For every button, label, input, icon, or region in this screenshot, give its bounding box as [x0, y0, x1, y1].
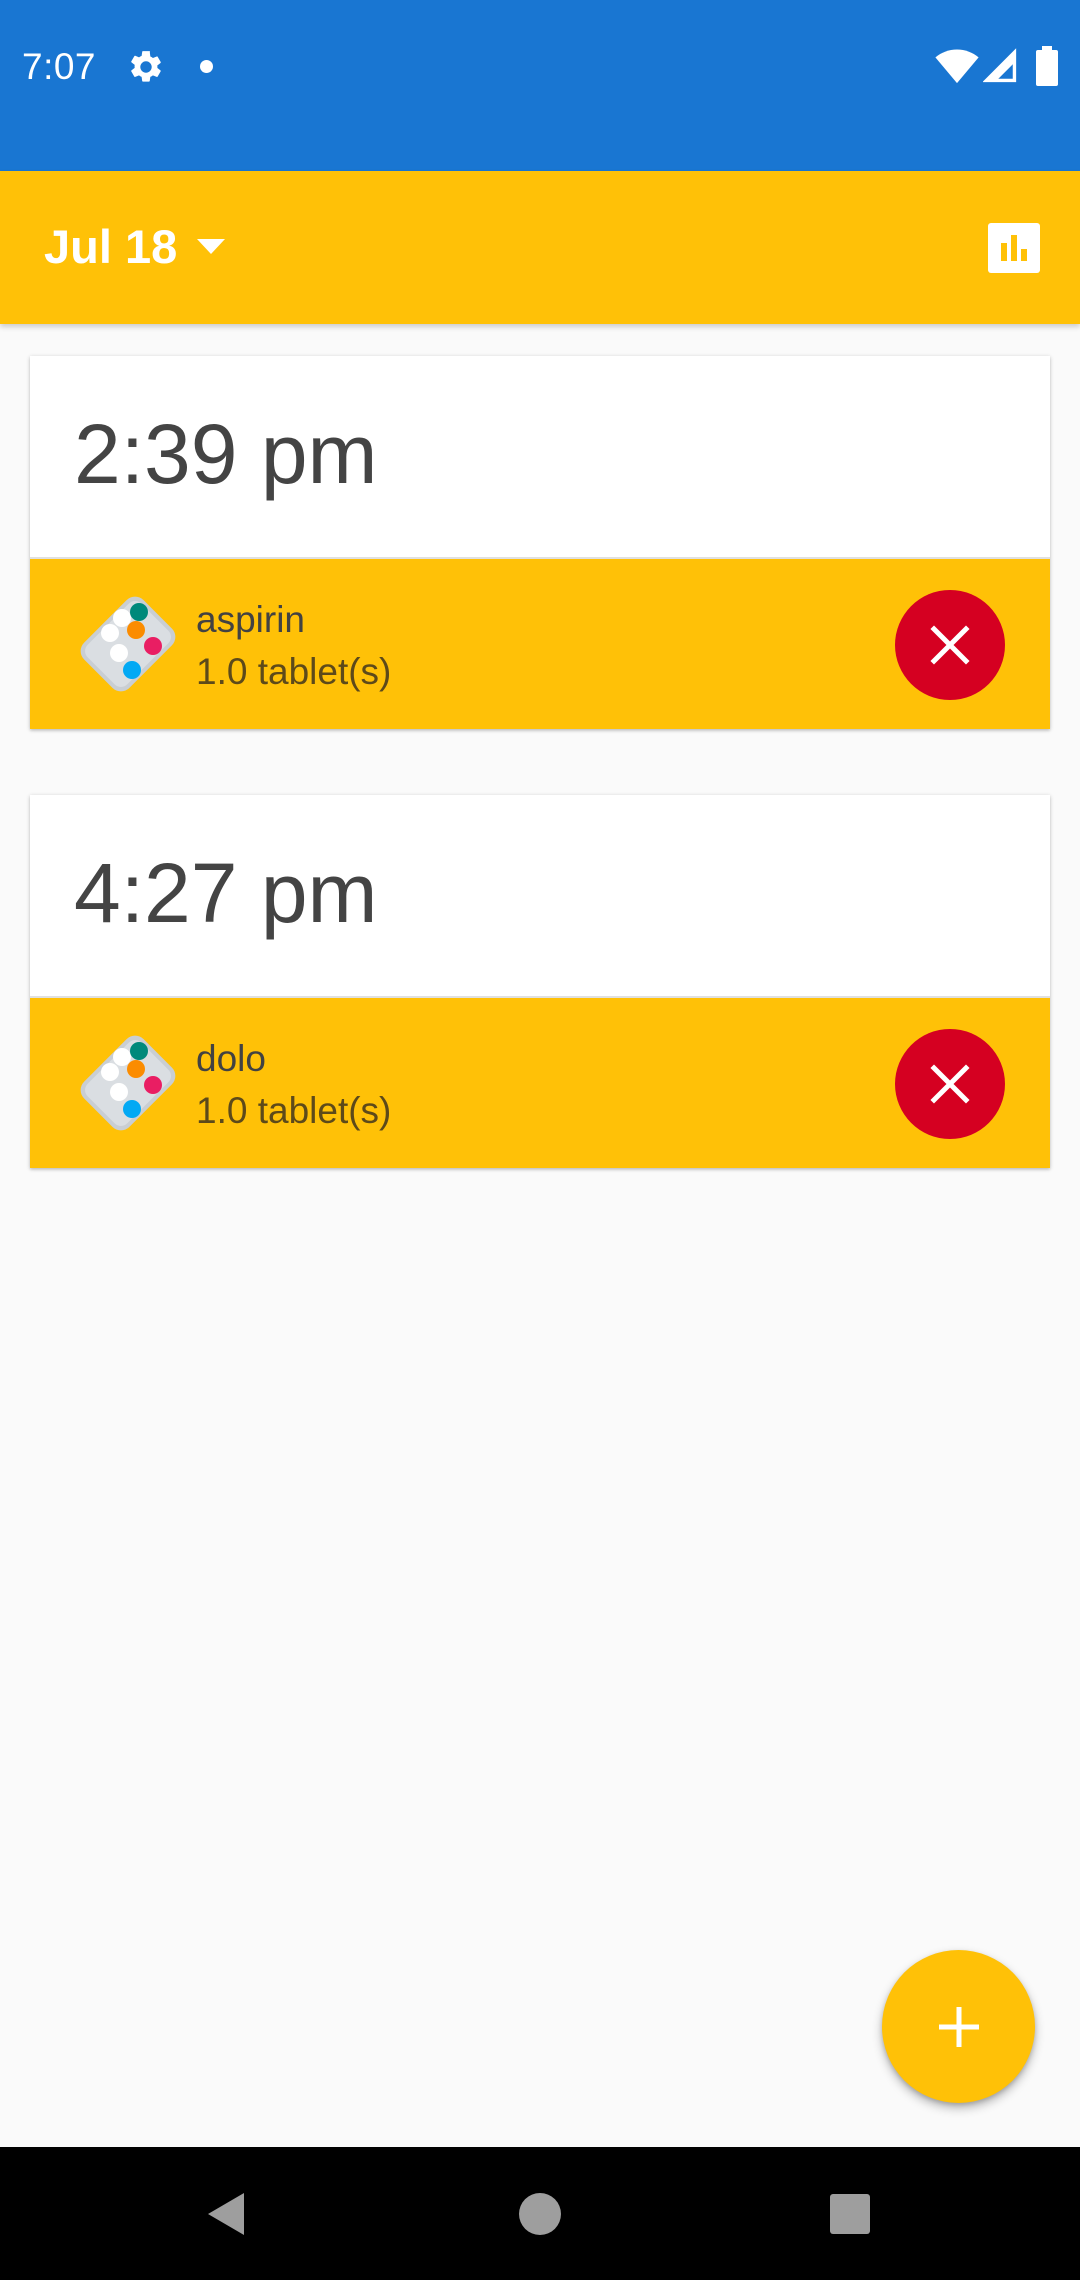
medication-dose: 1.0 tablet(s)	[196, 1090, 392, 1131]
medication-row[interactable]: aspirin 1.0 tablet(s)	[30, 557, 1050, 729]
plus-icon	[939, 2007, 979, 2047]
schedule-time: 4:27 pm	[74, 846, 378, 940]
schedule-card: 2:39 pm aspirin 1.0 tablet(s)	[30, 356, 1050, 729]
wifi-icon	[935, 49, 979, 84]
medication-name: dolo	[196, 1038, 266, 1079]
date-selector[interactable]: Jul 18	[44, 211, 226, 283]
close-icon	[930, 625, 970, 665]
recents-icon[interactable]	[830, 2194, 870, 2234]
medication-name: aspirin	[196, 599, 305, 640]
pill-pack-icon	[80, 596, 176, 692]
add-medication-button[interactable]	[882, 1950, 1035, 2103]
notification-dot-icon	[200, 60, 213, 73]
gear-icon	[131, 51, 161, 82]
arrow-drop-down-icon	[197, 239, 226, 254]
status-time: 7:07	[22, 46, 97, 87]
navigation-bar	[0, 2147, 1080, 2280]
home-icon[interactable]	[519, 2193, 561, 2235]
signal-icon	[983, 48, 1017, 83]
pill-pack-icon	[80, 1035, 176, 1131]
delete-button[interactable]	[895, 590, 1005, 700]
delete-button[interactable]	[895, 1029, 1005, 1139]
close-icon	[930, 1064, 970, 1104]
medication-row[interactable]: dolo 1.0 tablet(s)	[30, 996, 1050, 1168]
battery-icon	[1036, 46, 1058, 86]
schedule-time: 2:39 pm	[74, 407, 378, 501]
back-icon[interactable]	[202, 2191, 248, 2237]
app-bar: Jul 18	[0, 171, 1080, 324]
schedule-card: 4:27 pm dolo 1.0 tablet(s)	[30, 795, 1050, 1168]
status-bar: 7:07	[0, 0, 1080, 171]
medication-dose: 1.0 tablet(s)	[196, 651, 392, 692]
date-label: Jul 18	[44, 220, 178, 273]
bar-chart-icon[interactable]	[988, 223, 1040, 273]
